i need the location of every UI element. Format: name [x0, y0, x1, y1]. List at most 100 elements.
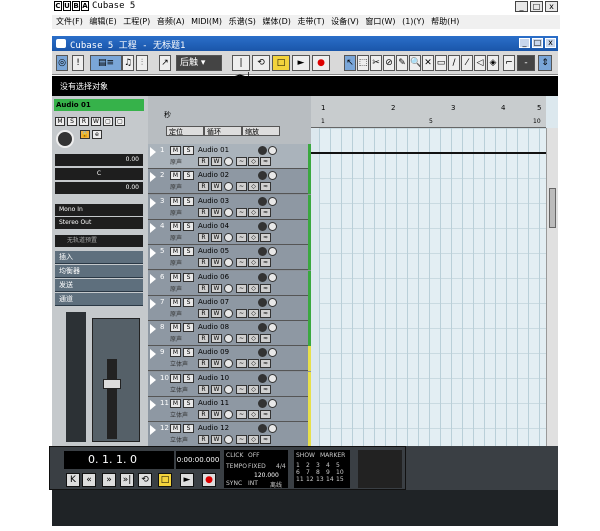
track-edit-icon[interactable]	[224, 258, 233, 268]
marker-button[interactable]: 11	[296, 476, 306, 483]
track-name[interactable]: Audio 11	[198, 399, 229, 407]
track-mute-button[interactable]: M	[170, 373, 181, 383]
track-edit-icon[interactable]	[224, 232, 233, 242]
track-mute-button[interactable]: M	[170, 424, 181, 434]
track-row[interactable]: 2 M S Audio 02 原声 R W ~ ◇ ≈	[148, 169, 311, 195]
marker-button[interactable]: 10	[336, 469, 346, 476]
track-lane-icon[interactable]: ~	[236, 207, 247, 217]
send-field[interactable]: 0.00	[55, 182, 143, 194]
track-edit-icon[interactable]	[224, 283, 233, 293]
menu-midi[interactable]: MIDI(M)	[191, 15, 222, 29]
track-name[interactable]: Audio 04	[198, 222, 229, 230]
channel-section[interactable]: 通道	[55, 293, 143, 306]
project-minimize-button[interactable]: _	[519, 38, 530, 48]
track-write-button[interactable]: W	[211, 182, 222, 192]
record-button[interactable]: ●	[312, 55, 330, 71]
track-read-button[interactable]: R	[198, 157, 209, 166]
track-solo-button[interactable]: S	[183, 297, 194, 307]
record-enable-icon[interactable]	[56, 130, 74, 148]
inspector-read-button[interactable]: R	[79, 117, 89, 126]
constrain-icon[interactable]: !	[72, 55, 84, 71]
volume-field[interactable]: 0.00	[55, 154, 143, 166]
track-mute-button[interactable]: M	[170, 399, 181, 408]
transport-cycle-button[interactable]: ⟲	[138, 473, 152, 487]
line-tool-icon[interactable]: ⁄	[461, 55, 473, 71]
marker-button[interactable]: 1	[296, 462, 306, 469]
sync-label[interactable]: SYNC	[226, 480, 242, 487]
track-lane-icon[interactable]: ~	[236, 157, 247, 166]
expand-icon[interactable]	[150, 273, 156, 284]
inspector-a-button[interactable]: ▢	[103, 117, 113, 126]
time-warp-icon[interactable]: ▭	[435, 55, 447, 71]
track-freeze-icon[interactable]: ◇	[248, 232, 259, 242]
maximize-button[interactable]: □	[530, 1, 543, 12]
show-label[interactable]: SHOW	[296, 452, 315, 459]
time-display[interactable]: 0:00:00.000	[176, 451, 220, 469]
track-solo-button[interactable]: S	[183, 247, 194, 257]
track-lane-icon[interactable]: ~	[236, 359, 247, 369]
track-monitor-icon[interactable]	[268, 373, 277, 383]
track-write-button[interactable]: W	[211, 435, 222, 445]
project-maximize-button[interactable]: □	[532, 38, 543, 48]
browser-icon[interactable]: ♫	[122, 55, 134, 71]
track-record-icon[interactable]	[258, 171, 267, 181]
inspector-lock-icon[interactable]: 🔒	[80, 130, 90, 139]
zoom-tool-icon[interactable]: 🔍	[409, 55, 421, 71]
track-record-icon[interactable]	[258, 247, 267, 257]
track-edit-icon[interactable]	[224, 182, 233, 192]
cycle-button[interactable]: ⟲	[252, 55, 270, 71]
track-read-button[interactable]: R	[198, 258, 209, 268]
track-edit-icon[interactable]	[224, 157, 233, 166]
track-lane-icon[interactable]: ~	[236, 232, 247, 242]
track-read-button[interactable]: R	[198, 283, 209, 293]
track-solo-button[interactable]: S	[183, 196, 194, 206]
track-mute-button[interactable]: M	[170, 348, 181, 358]
marker-button[interactable]: 7	[306, 469, 316, 476]
inspector-mute-button[interactable]: M	[55, 117, 65, 126]
channel-fader[interactable]	[103, 379, 121, 389]
track-mute-button[interactable]: M	[170, 272, 181, 282]
track-row[interactable]: 10 M S Audio 10 立体声 R W ~ ◇ ≈	[148, 371, 311, 397]
snap-icon[interactable]: ⌐	[503, 55, 515, 71]
track-name[interactable]: Audio 02	[198, 171, 229, 179]
track-edit-icon[interactable]	[224, 308, 233, 318]
color-tool-icon[interactable]: ◈	[487, 55, 499, 71]
track-mute-button[interactable]: M	[170, 247, 181, 257]
expand-icon[interactable]	[150, 298, 156, 309]
track-record-icon[interactable]	[258, 373, 267, 383]
track-monitor-icon[interactable]	[268, 323, 277, 333]
track-read-button[interactable]: R	[198, 334, 209, 344]
track-lane-icon[interactable]: ~	[236, 384, 247, 394]
track-row[interactable]: 6 M S Audio 06 原声 R W ~ ◇ ≈	[148, 270, 311, 296]
track-auto-icon[interactable]: ≈	[260, 232, 271, 242]
track-freeze-icon[interactable]: ◇	[248, 435, 259, 445]
track-write-button[interactable]: W	[211, 359, 222, 369]
track-row[interactable]: 9 M S Audio 09 立体声 R W ~ ◇ ≈	[148, 346, 311, 372]
track-write-button[interactable]: W	[211, 258, 222, 268]
track-monitor-icon[interactable]	[268, 424, 277, 434]
close-button[interactable]: x	[545, 1, 558, 12]
inspector-b-button[interactable]: ▢	[115, 117, 125, 126]
track-monitor-icon[interactable]	[268, 221, 277, 231]
transport-stop-button[interactable]: □	[158, 473, 172, 487]
track-write-button[interactable]: W	[211, 308, 222, 318]
click-label[interactable]: CLICK	[226, 452, 243, 459]
view-toggle-icon[interactable]: ▤≡	[90, 55, 122, 71]
play-button[interactable]: ►	[292, 55, 310, 71]
track-record-icon[interactable]	[258, 272, 267, 282]
track-write-button[interactable]: W	[211, 232, 222, 242]
track-row[interactable]: 1 M S Audio 01 原声 R W ~ ◇ ≈	[148, 144, 311, 169]
track-auto-icon[interactable]: ≈	[260, 410, 271, 419]
pointer-tool-icon[interactable]: ↖	[344, 55, 356, 71]
automation-icon[interactable]: ↗	[159, 55, 171, 71]
erase-tool-icon[interactable]: ✎	[396, 55, 408, 71]
track-name[interactable]: Audio 03	[198, 197, 229, 205]
expand-icon[interactable]	[150, 400, 156, 410]
menu-y[interactable]: (1)(Y)	[402, 15, 424, 29]
track-monitor-icon[interactable]	[268, 348, 277, 358]
track-freeze-icon[interactable]: ◇	[248, 157, 259, 166]
marker-button[interactable]: 6	[296, 469, 306, 476]
track-monitor-icon[interactable]	[268, 399, 277, 408]
expand-icon[interactable]	[150, 425, 156, 436]
expand-icon[interactable]	[150, 374, 156, 385]
